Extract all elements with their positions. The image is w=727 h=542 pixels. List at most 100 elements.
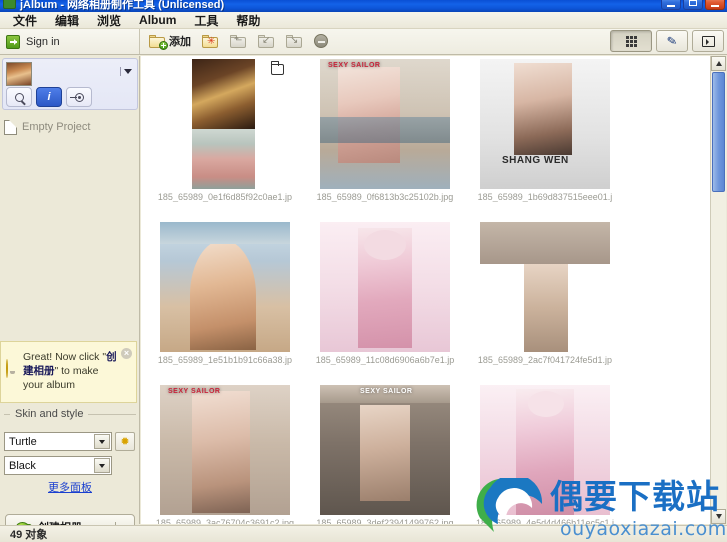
maximize-button[interactable] [683,0,703,10]
project-selector[interactable]: i [2,58,138,110]
skin-dropdown-value: Turtle [9,435,37,448]
menu-edit[interactable]: 编辑 [46,11,88,30]
thumbnail-caption: SHANG WEN [502,155,569,166]
skin-dropdown-arrow[interactable] [94,434,110,449]
folder-right-icon: ↘ [286,34,303,48]
thumbnail-cell[interactable]: 185_65989_11c08d6906a6b7e1.jp [305,219,465,382]
hint-tooltip: Great! Now click "创建相册" to make your alb… [0,341,137,403]
thumbnail-image[interactable] [480,222,610,352]
edit-button[interactable]: ✎ [656,30,688,52]
app-icon [3,0,16,9]
menu-bar: 文件 编辑 浏览 Album 工具 帮助 [0,12,727,29]
skin-dropdown[interactable]: Turtle [4,432,112,451]
folder-badge-icon [270,61,284,75]
menu-file[interactable]: 文件 [4,11,46,30]
thumbnail-caption: SEXY SAILOR [328,62,381,69]
skin-section-header: Skin and style [4,408,136,420]
tooltip-text-before: Great! Now click " [23,351,107,363]
scroll-up-button[interactable] [711,56,726,71]
lightbulb-icon [6,359,20,378]
thumbnail-image[interactable]: SEXY SAILOR [160,385,290,515]
thumbnail-filename: 185_65989_4e5d4d466b11ec5c1.j [476,518,614,524]
project-thumbnail [6,62,32,86]
slideshow-button[interactable] [692,30,724,52]
toolbar-view-modes: ✎ [610,30,724,52]
thumbnail-cell[interactable]: SEXY SAILOR 185_65989_0f6813b3c25102b.jp… [305,56,465,219]
thumbnail-area[interactable]: 185_65989_0e1f6d85f92c0ae1.jp SEXY SAILO… [141,56,710,524]
tooltip-close-icon[interactable]: × [121,348,132,359]
keywords-button[interactable] [66,87,92,107]
thumbnail-cell[interactable]: 185_65989_4e5d4d466b11ec5c1.j [465,382,625,524]
info-icon: i [47,90,51,103]
project-dropdown-arrow[interactable] [120,67,132,76]
thumbnail-cell[interactable]: 185_65989_1e51b1b91c66a38.jp [145,219,305,382]
scrollbar-thumb[interactable] [712,72,725,192]
style-dropdown[interactable]: Black [4,456,112,475]
move-up-button: ⬑ [226,30,251,52]
thumbnail-image[interactable]: SEXY SAILOR [320,385,450,515]
sign-in-button[interactable]: Sign in [0,29,140,54]
tree-item-label: Empty Project [22,121,91,133]
thumbnail-filename: 185_65989_1e51b1b91c66a38.jp [157,355,293,365]
vertical-scrollbar[interactable] [710,56,726,524]
thumbnail-filename: 185_65989_2ac7f041724fe5d1.jp [477,355,613,365]
info-button[interactable]: i [36,87,62,107]
folder-star-icon: ✳ [202,34,219,48]
style-dropdown-arrow[interactable] [94,458,110,473]
thumbnail-image[interactable]: SHANG WEN [480,59,610,189]
more-skins-link[interactable]: 更多面板 [0,479,140,495]
thumbnail-cell[interactable]: SHANG WEN 185_65989_1b69d837515eee01.j [465,56,625,219]
star-settings-icon: ✹ [120,436,130,448]
thumbnail-cell[interactable]: 185_65989_0e1f6d85f92c0ae1.jp [145,56,305,219]
chevron-down-icon [99,439,105,444]
minus-circle-icon [314,34,328,48]
scroll-down-button[interactable] [711,509,726,524]
menu-help[interactable]: 帮助 [227,11,269,30]
thumbnail-image[interactable] [480,385,610,515]
style-dropdown-value: Black [9,459,36,472]
skin-settings-button[interactable]: ✹ [115,432,135,451]
chevron-down-icon [124,69,132,74]
thumbnail-caption: SEXY SAILOR [360,388,413,395]
search-button[interactable] [6,87,32,107]
thumbnail-image[interactable] [160,59,290,189]
sign-in-label: Sign in [26,35,60,48]
thumbnail-image[interactable]: SEXY SAILOR [320,59,450,189]
toolbar: Sign in 添加 ✳ ⬑ ↙ ↘ ✎ [0,29,727,55]
toolbar-actions: 添加 ✳ ⬑ ↙ ↘ [145,30,332,52]
pen-icon: ✎ [665,33,679,49]
triangle-down-icon [715,514,722,519]
close-button[interactable] [705,0,725,10]
folder-add-icon [149,34,168,50]
window-controls [661,0,725,10]
move-right-button: ↘ [282,30,307,52]
grid-view-button[interactable] [610,30,652,52]
menu-browse[interactable]: 浏览 [88,11,130,30]
search-icon [14,92,24,102]
thumbnail-filename: 185_65989_3ac76704c3691c2.jpg [155,518,295,524]
thumbnail-filename: 185_65989_0e1f6d85f92c0ae1.jp [157,192,293,202]
tooltip-text: Great! Now click "创建相册" to make your alb… [23,350,118,392]
folder-up-icon: ⬑ [230,34,247,48]
minimize-button[interactable] [661,0,681,10]
menu-tools[interactable]: 工具 [185,11,227,30]
thumbnail-cell[interactable]: 185_65989_2ac7f041724fe5d1.jp [465,219,625,382]
add-folder-button[interactable]: 添加 [145,30,195,52]
skin-section-title: Skin and style [15,408,84,420]
grid-icon [625,35,637,47]
menu-album[interactable]: Album [130,12,185,28]
thumbnail-image[interactable] [160,222,290,352]
thumbnail-cell[interactable]: SEXY SAILOR 185_65989_3def23941499762.jp… [305,382,465,524]
tree-item-empty-project[interactable]: Empty Project [4,118,136,136]
new-album-button[interactable]: ✳ [198,30,223,52]
object-count-label: 49 对象 [10,529,48,541]
move-left-button: ↙ [254,30,279,52]
sign-in-icon [6,34,20,49]
folder-left-icon: ↙ [258,34,275,48]
status-bar: 49 对象 [0,525,727,542]
sidebar: i Empty Project Great! Now click "创建相册" … [0,56,140,540]
thumbnail-image[interactable] [320,222,450,352]
keyword-tag-icon [69,92,84,102]
thumbnail-cell[interactable]: SEXY SAILOR 185_65989_3ac76704c3691c2.jp… [145,382,305,524]
project-action-buttons: i [6,87,92,107]
